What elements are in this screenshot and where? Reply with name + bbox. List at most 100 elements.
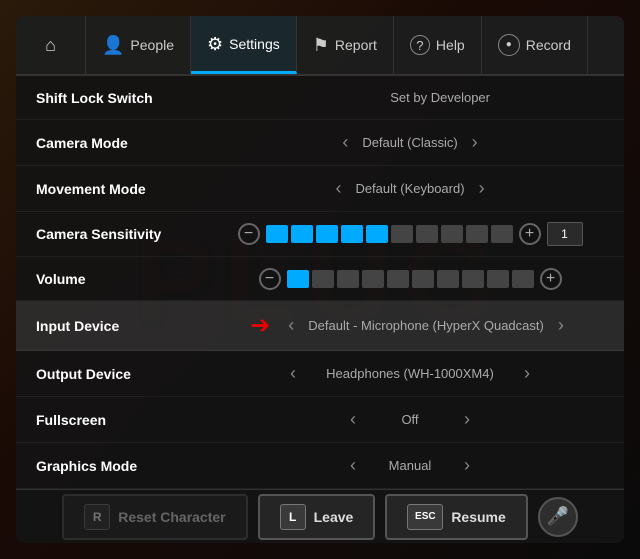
block-8 — [441, 225, 463, 243]
output-device-value: ‹ Headphones (WH-1000XM4) › — [216, 361, 604, 386]
nav-report[interactable]: ⚑ Report — [297, 16, 394, 74]
vol-block-1 — [287, 270, 309, 288]
settings-content: Shift Lock Switch Set by Developer Camer… — [16, 76, 624, 489]
graphics-mode-prev[interactable]: ‹ — [344, 453, 362, 478]
mic-button[interactable]: 🎤 — [538, 497, 578, 537]
graphics-mode-next[interactable]: › — [458, 453, 476, 478]
movement-mode-value: ‹ Default (Keyboard) › — [216, 176, 604, 201]
fullscreen-label: Fullscreen — [36, 412, 216, 428]
reset-key: R — [84, 504, 110, 530]
nav-home[interactable]: ⌂ — [16, 16, 86, 74]
row-volume: Volume − + — [16, 257, 624, 301]
nav-help-label: Help — [436, 37, 465, 53]
help-icon: ? — [410, 35, 430, 55]
row-input-device: Input Device ➔ ‹ Default - Microphone (H… — [16, 301, 624, 351]
input-device-value: ➔ ‹ Default - Microphone (HyperX Quadcas… — [216, 311, 604, 340]
camera-mode-prev[interactable]: ‹ — [336, 130, 354, 155]
leave-key: L — [280, 504, 306, 530]
camera-sensitivity-input[interactable] — [547, 222, 583, 246]
camera-sensitivity-minus[interactable]: − — [238, 223, 260, 245]
row-camera-sensitivity: Camera Sensitivity − — [16, 212, 624, 257]
block-4 — [341, 225, 363, 243]
vol-block-10 — [512, 270, 534, 288]
vol-block-3 — [337, 270, 359, 288]
settings-panel: ⌂ 👤 People ⚙ Settings ⚑ Report ? Help ● … — [16, 16, 624, 543]
output-device-text: Headphones (WH-1000XM4) — [310, 366, 510, 381]
resume-key: ESC — [407, 504, 443, 530]
row-movement-mode: Movement Mode ‹ Default (Keyboard) › — [16, 166, 624, 212]
input-device-label: Input Device — [36, 318, 216, 334]
nav-settings[interactable]: ⚙ Settings — [191, 16, 297, 74]
row-shift-lock: Shift Lock Switch Set by Developer — [16, 76, 624, 120]
camera-sensitivity-label: Camera Sensitivity — [36, 226, 216, 242]
block-7 — [416, 225, 438, 243]
movement-mode-label: Movement Mode — [36, 181, 216, 197]
camera-sensitivity-plus[interactable]: + — [519, 223, 541, 245]
output-device-label: Output Device — [36, 366, 216, 382]
input-device-text: Default - Microphone (HyperX Quadcast) — [308, 318, 544, 333]
bottom-bar: R Reset Character L Leave ESC Resume 🎤 — [16, 489, 624, 543]
volume-value: − + — [216, 268, 604, 290]
fullscreen-next[interactable]: › — [458, 407, 476, 432]
resume-button[interactable]: ESC Resume — [385, 494, 527, 540]
movement-mode-text: Default (Keyboard) — [355, 181, 464, 196]
row-camera-mode: Camera Mode ‹ Default (Classic) › — [16, 120, 624, 166]
row-fullscreen: Fullscreen ‹ Off › — [16, 397, 624, 443]
volume-label: Volume — [36, 271, 216, 287]
shift-lock-text: Set by Developer — [310, 90, 510, 105]
fullscreen-prev[interactable]: ‹ — [344, 407, 362, 432]
row-output-device: Output Device ‹ Headphones (WH-1000XM4) … — [16, 351, 624, 397]
nav-people-label: People — [130, 37, 174, 53]
settings-icon: ⚙ — [207, 35, 223, 53]
report-icon: ⚑ — [313, 36, 329, 54]
output-device-next[interactable]: › — [518, 361, 536, 386]
block-1 — [266, 225, 288, 243]
nav-record[interactable]: ● Record — [482, 16, 588, 74]
leave-button[interactable]: L Leave — [258, 494, 376, 540]
shift-lock-value: Set by Developer — [216, 90, 604, 105]
volume-minus[interactable]: − — [259, 268, 281, 290]
fullscreen-text: Off — [370, 412, 450, 427]
camera-mode-value: ‹ Default (Classic) › — [216, 130, 604, 155]
block-10 — [491, 225, 513, 243]
home-icon: ⌂ — [45, 36, 56, 54]
volume-blocks — [287, 270, 534, 288]
block-6 — [391, 225, 413, 243]
graphics-mode-text: Manual — [370, 458, 450, 473]
nav-report-label: Report — [335, 37, 377, 53]
block-3 — [316, 225, 338, 243]
block-9 — [466, 225, 488, 243]
movement-mode-next[interactable]: › — [473, 176, 491, 201]
nav-people[interactable]: 👤 People — [86, 16, 191, 74]
input-device-next[interactable]: › — [552, 313, 570, 338]
block-5 — [366, 225, 388, 243]
vol-block-7 — [437, 270, 459, 288]
vol-block-4 — [362, 270, 384, 288]
graphics-mode-value: ‹ Manual › — [216, 453, 604, 478]
red-arrow-indicator: ➔ — [250, 311, 270, 340]
fullscreen-value: ‹ Off › — [216, 407, 604, 432]
mic-icon: 🎤 — [547, 506, 569, 527]
volume-plus[interactable]: + — [540, 268, 562, 290]
reset-character-button[interactable]: R Reset Character — [62, 494, 247, 540]
camera-sensitivity-slider: − + — [238, 222, 583, 246]
row-graphics-mode: Graphics Mode ‹ Manual › — [16, 443, 624, 489]
resume-label: Resume — [451, 509, 505, 525]
vol-block-6 — [412, 270, 434, 288]
graphics-mode-label: Graphics Mode — [36, 458, 216, 474]
vol-block-5 — [387, 270, 409, 288]
nav-help[interactable]: ? Help — [394, 16, 482, 74]
nav-settings-label: Settings — [229, 36, 280, 52]
camera-sensitivity-value: − + — [216, 222, 604, 246]
vol-block-8 — [462, 270, 484, 288]
camera-mode-label: Camera Mode — [36, 135, 216, 151]
movement-mode-prev[interactable]: ‹ — [329, 176, 347, 201]
leave-label: Leave — [314, 509, 354, 525]
top-navigation: ⌂ 👤 People ⚙ Settings ⚑ Report ? Help ● … — [16, 16, 624, 76]
input-device-prev[interactable]: ‹ — [282, 313, 300, 338]
record-icon: ● — [498, 34, 520, 56]
people-icon: 👤 — [102, 36, 124, 54]
output-device-prev[interactable]: ‹ — [284, 361, 302, 386]
camera-mode-next[interactable]: › — [466, 130, 484, 155]
shift-lock-label: Shift Lock Switch — [36, 90, 216, 106]
